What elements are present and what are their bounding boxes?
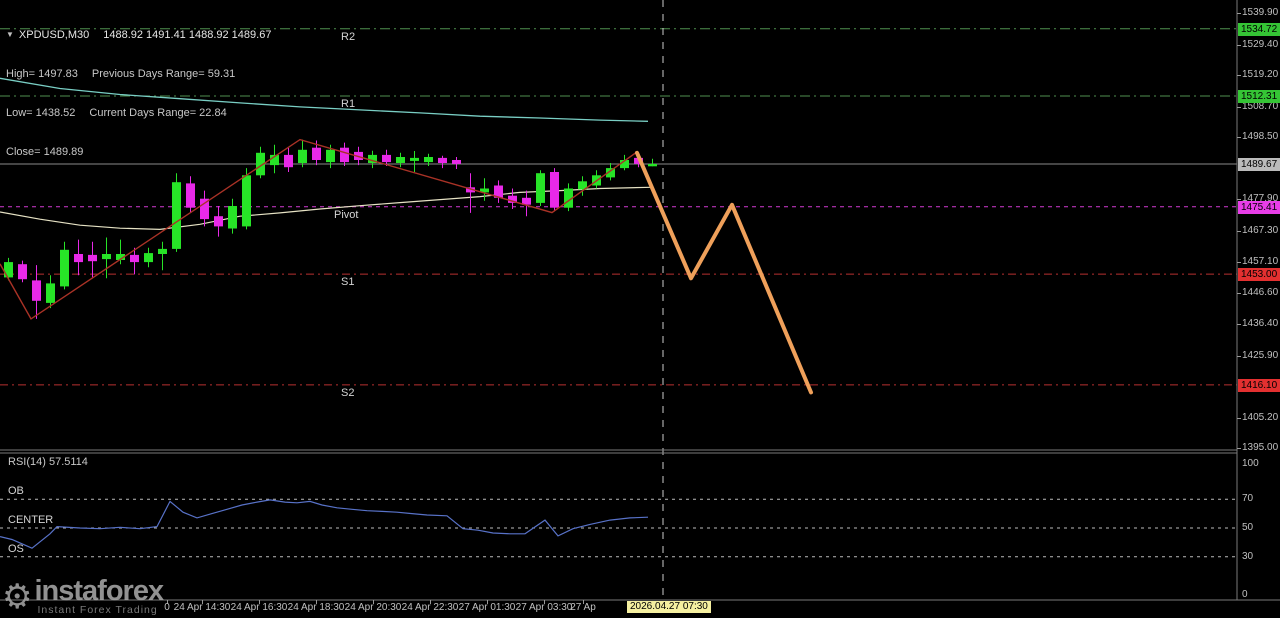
price-tick-mark — [1237, 231, 1241, 232]
price-tick-label: 1457.10 — [1242, 256, 1280, 267]
price-highlight-red: 1416.10 — [1238, 379, 1280, 392]
trading-chart-window: ▼ XPDUSD,M30 1488.92 1491.41 1488.92 1489.… — [0, 0, 1280, 618]
pivot-label-s1: S1 — [341, 276, 354, 288]
price-tick-mark — [1237, 75, 1241, 76]
time-tick-label: 24 Apr 20:30 — [345, 602, 402, 613]
price-tick-mark — [1237, 324, 1241, 325]
time-tick-label: 24 Apr 22:30 — [402, 602, 459, 613]
rsi-level-lines — [0, 499, 1237, 557]
price-tick-label: 1405.20 — [1242, 412, 1280, 423]
price-highlight-gray: 1489.67 — [1238, 158, 1280, 171]
price-tick-label: 1467.30 — [1242, 225, 1280, 236]
close-value: Close= 1489.89 — [6, 146, 83, 158]
chevron-down-icon[interactable]: ▼ — [6, 30, 14, 39]
price-highlight-green: 1534.72 — [1238, 23, 1280, 36]
watermark-brand-text: instaforex — [34, 578, 163, 604]
time-tick-label: 27 Apr 03:30 — [516, 602, 573, 613]
time-tick-label: 27 Apr 01:30 — [459, 602, 516, 613]
price-highlight-magenta: 1475.41 — [1238, 201, 1280, 214]
price-tick-mark — [1237, 137, 1241, 138]
crosshair-time-badge: 2026.04.27 07:30 — [627, 601, 711, 613]
high-line: High= 1497.83 Previous Days Range= 59.31 — [6, 68, 271, 81]
symbol-label: XPDUSD,M30 — [19, 29, 89, 41]
price-tick-mark — [1237, 45, 1241, 46]
low-value: Low= 1438.52 — [6, 107, 75, 119]
rsi-tick-label: 100 — [1242, 458, 1280, 469]
price-tick-label: 1446.60 — [1242, 287, 1280, 298]
time-tick-label: 0 — [164, 602, 170, 613]
time-tick-label: 24 Apr 16:30 — [231, 602, 288, 613]
price-tick-mark — [1237, 448, 1241, 449]
rsi-indicator-label: RSI(14) 57.5114 — [8, 456, 88, 468]
rsi-tick-label: 30 — [1242, 551, 1280, 562]
high-value: High= 1497.83 — [6, 68, 78, 80]
price-tick-label: 1519.20 — [1242, 69, 1280, 80]
price-tick-label: 1436.40 — [1242, 318, 1280, 329]
price-highlight-red: 1453.00 — [1238, 268, 1280, 281]
pivot-label-pivot: Pivot — [334, 209, 358, 221]
price-tick-mark — [1237, 262, 1241, 263]
rsi-tick-label: 0 — [1242, 589, 1280, 600]
price-tick-label: 1425.90 — [1242, 350, 1280, 361]
price-tick-mark — [1237, 356, 1241, 357]
ohlc-values: 1488.92 1491.41 1488.92 1489.67 — [103, 29, 271, 41]
chart-header: ▼ XPDUSD,M30 1488.92 1491.41 1488.92 1489.… — [6, 2, 271, 185]
rsi-zone-label-os: OS — [8, 543, 24, 555]
rsi-zone-label-center: CENTER — [8, 514, 53, 526]
rsi-zone-label-ob: OB — [8, 485, 24, 497]
price-tick-label: 1529.40 — [1242, 39, 1280, 50]
time-tick-label: 27 Ap — [570, 602, 596, 613]
time-tick-label: 24 Apr 14:30 — [174, 602, 231, 613]
price-highlight-green: 1512.31 — [1238, 90, 1280, 103]
low-line: Low= 1438.52 Current Days Range= 22.84 — [6, 107, 271, 120]
instaforex-logo-gear-icon: ⚙ — [2, 580, 32, 614]
prev-range-value: Previous Days Range= 59.31 — [92, 68, 235, 80]
close-line: Close= 1489.89 — [6, 146, 271, 159]
rsi-tick-label: 70 — [1242, 493, 1280, 504]
price-tick-mark — [1237, 13, 1241, 14]
instaforex-watermark: ⚙ instaforex Instant Forex Trading — [2, 578, 163, 616]
watermark-tagline: Instant Forex Trading — [37, 604, 163, 616]
pivot-label-r2: R2 — [341, 31, 355, 43]
pivot-label-r1: R1 — [341, 98, 355, 110]
symbol-line: ▼ XPDUSD,M30 1488.92 1491.41 1488.92 1489.… — [6, 28, 271, 42]
price-tick-label: 1395.00 — [1242, 442, 1280, 453]
price-tick-mark — [1237, 107, 1241, 108]
price-tick-label: 1539.90 — [1242, 7, 1280, 18]
rsi-tick-label: 50 — [1242, 522, 1280, 533]
time-tick-label: 24 Apr 18:30 — [288, 602, 345, 613]
pivot-label-s2: S2 — [341, 387, 354, 399]
price-tick-mark — [1237, 293, 1241, 294]
rsi-line — [0, 500, 648, 548]
price-tick-mark — [1237, 199, 1241, 200]
curr-range-value: Current Days Range= 22.84 — [89, 107, 226, 119]
price-tick-mark — [1237, 418, 1241, 419]
price-tick-label: 1498.50 — [1242, 131, 1280, 142]
